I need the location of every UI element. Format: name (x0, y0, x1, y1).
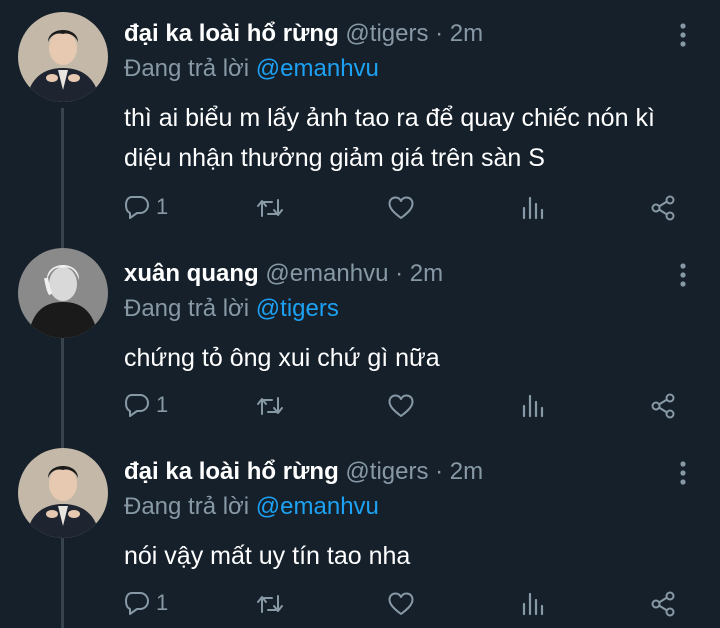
analytics-icon (522, 196, 544, 220)
share-button[interactable] (651, 591, 677, 617)
thread-line (61, 538, 64, 628)
tweet-header: đại ka loài hổ rừng @tigers · 2m (124, 20, 483, 48)
handle-and-time: @tigers · 2m (345, 458, 484, 485)
like-button[interactable] (388, 592, 414, 616)
like-button[interactable] (388, 196, 414, 220)
analytics-button[interactable] (520, 196, 544, 220)
handle-and-time: @tigers · 2m (345, 20, 484, 47)
display-name[interactable]: đại ka loài hổ rừng (124, 20, 339, 47)
heart-icon (388, 592, 414, 615)
display-name[interactable]: xuân quang (124, 260, 259, 287)
reply-count: 1 (156, 392, 169, 417)
tweet[interactable]: xuân quang @emanhvu · 2m Đang trả lời @t… (0, 240, 720, 438)
avatar[interactable] (18, 248, 108, 338)
avatar[interactable] (18, 12, 108, 102)
reply-button[interactable]: 1 (124, 590, 168, 616)
replying-to-mention[interactable]: @emanhvu (256, 55, 379, 82)
share-icon (651, 195, 675, 221)
more-options-icon[interactable] (676, 260, 690, 290)
share-button[interactable] (651, 393, 677, 419)
retweet-button[interactable] (256, 196, 284, 220)
replying-to-mention[interactable]: @emanhvu (256, 493, 379, 520)
like-button[interactable] (388, 394, 414, 418)
reply-button[interactable]: 1 (124, 194, 168, 220)
replying-prefix: Đang trả lời (124, 55, 250, 82)
heart-icon (388, 394, 414, 417)
thread-line (61, 108, 64, 240)
display-name[interactable]: đại ka loài hổ rừng (124, 458, 339, 485)
replying-prefix: Đang trả lời (124, 493, 250, 520)
avatar[interactable] (18, 448, 108, 538)
replying-prefix: Đang trả lời (124, 295, 250, 322)
reply-count: 1 (156, 590, 169, 615)
tweet[interactable]: đại ka loài hổ rừng @tigers · 2m Đang tr… (0, 438, 720, 628)
retweet-button[interactable] (256, 592, 284, 616)
reply-icon (125, 592, 149, 615)
reply-button[interactable]: 1 (124, 392, 168, 418)
analytics-icon (522, 394, 544, 418)
reply-count: 1 (156, 194, 169, 219)
retweet-icon (257, 199, 283, 217)
tweet-text: chứng tỏ ông xui chứ gì nữa (124, 344, 440, 372)
share-icon (651, 591, 675, 617)
heart-icon (388, 196, 414, 219)
tweet-text: nói vậy mất uy tín tao nha (124, 542, 411, 570)
replying-to: Đang trả lời @tigers (124, 295, 339, 323)
analytics-button[interactable] (520, 592, 544, 616)
tweet-text: thì ai biểu m lấy ảnh tao ra để quay chi… (124, 104, 655, 172)
replying-to-mention[interactable]: @tigers (256, 295, 339, 322)
analytics-icon (522, 592, 544, 616)
reply-icon (125, 394, 149, 417)
replying-to: Đang trả lời @emanhvu (124, 493, 379, 521)
more-options-icon[interactable] (676, 20, 690, 50)
replying-to: Đang trả lời @emanhvu (124, 55, 379, 83)
share-icon (651, 393, 675, 419)
reply-icon (125, 196, 149, 219)
tweet-header: đại ka loài hổ rừng @tigers · 2m (124, 458, 483, 486)
thread-line (61, 338, 64, 438)
tweet[interactable]: đại ka loài hổ rừng @tigers · 2m Đang tr… (0, 0, 720, 240)
more-options-icon[interactable] (676, 458, 690, 488)
tweet-header: xuân quang @emanhvu · 2m (124, 260, 443, 288)
retweet-button[interactable] (256, 394, 284, 418)
handle-and-time: @emanhvu · 2m (265, 260, 444, 287)
retweet-icon (257, 397, 283, 415)
share-button[interactable] (651, 195, 677, 221)
retweet-icon (257, 595, 283, 613)
analytics-button[interactable] (520, 394, 544, 418)
